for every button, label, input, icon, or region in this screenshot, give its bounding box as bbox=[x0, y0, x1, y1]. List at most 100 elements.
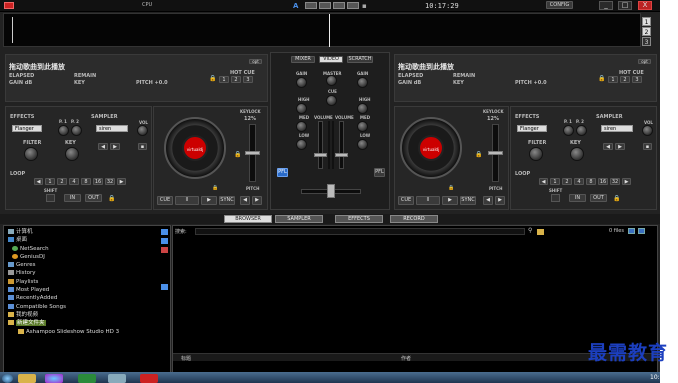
tree-side-icon-3[interactable] bbox=[161, 247, 168, 253]
left-loop-32[interactable]: 32 bbox=[105, 178, 115, 185]
mixer-tab-mixer[interactable]: MIXER bbox=[291, 56, 315, 63]
right-lock-icon[interactable]: 🔒 bbox=[598, 75, 605, 82]
right-fx-p2-knob[interactable] bbox=[576, 125, 587, 136]
search-input[interactable] bbox=[195, 228, 525, 235]
search-icon[interactable]: ⚲ bbox=[528, 228, 535, 235]
right-loop-1[interactable]: 1 bbox=[550, 178, 560, 185]
right-loop-half-button[interactable]: ◀ bbox=[539, 178, 548, 185]
left-loop-1[interactable]: 1 bbox=[45, 178, 55, 185]
mixer-tab-video[interactable]: VIDEO bbox=[319, 56, 343, 63]
left-pitch-down-button[interactable]: ◀ bbox=[240, 196, 250, 205]
right-loop-out-button[interactable]: OUT bbox=[590, 194, 607, 202]
left-sync-button[interactable]: SYNC bbox=[219, 196, 235, 205]
folder-tree[interactable]: 计算机 桌面 NetSearch GeniusDJ Genres History… bbox=[3, 225, 171, 383]
tab-record[interactable]: RECORD bbox=[390, 215, 438, 223]
tree-item-most-played[interactable]: Most Played bbox=[8, 286, 170, 294]
tab-sampler[interactable]: SAMPLER bbox=[275, 215, 323, 223]
right-effects-select[interactable]: Flanger bbox=[517, 125, 547, 132]
right-fx-p1-knob[interactable] bbox=[563, 125, 574, 136]
right-filter-knob[interactable] bbox=[529, 147, 543, 161]
layout-settings-icon[interactable]: ▪ bbox=[362, 2, 367, 10]
tree-item-new-folder[interactable]: 新建文件夹 bbox=[8, 319, 170, 327]
mixer-tab-scratch[interactable]: SCRATCH bbox=[347, 56, 373, 63]
tree-item-genres[interactable]: Genres bbox=[8, 261, 170, 269]
taskbar-excel-icon[interactable] bbox=[78, 374, 96, 383]
left-sampler-vol-knob[interactable] bbox=[137, 125, 148, 136]
left-sampler-play-button[interactable]: ▶ bbox=[110, 143, 120, 150]
mixer-mid-left-knob[interactable] bbox=[296, 121, 307, 132]
right-loop-16[interactable]: 16 bbox=[598, 178, 608, 185]
left-pause-button[interactable]: II bbox=[175, 196, 199, 205]
taskbar-explorer-icon[interactable] bbox=[18, 374, 36, 383]
crossfader-thumb[interactable] bbox=[327, 184, 335, 198]
right-loop-2[interactable]: 2 bbox=[562, 178, 572, 185]
deck-button-3[interactable]: 3 bbox=[642, 37, 651, 46]
left-lock-icon[interactable]: 🔒 bbox=[209, 75, 216, 82]
left-deck-lock-icon[interactable]: 🔒 bbox=[212, 185, 218, 191]
left-fx-p1-knob[interactable] bbox=[58, 125, 69, 136]
tree-item-history[interactable]: History bbox=[8, 269, 170, 277]
mixer-volume-left-thumb[interactable] bbox=[314, 153, 327, 157]
left-hotcue-1[interactable]: 1 bbox=[219, 76, 229, 83]
tree-item-compatible-songs[interactable]: Compatible Songs bbox=[8, 303, 170, 311]
right-pitch-lock-icon[interactable]: 🔒 bbox=[475, 151, 482, 158]
column-artist[interactable]: 作者 bbox=[401, 355, 411, 362]
mixer-cue-knob[interactable] bbox=[326, 95, 337, 106]
right-pause-button[interactable]: II bbox=[416, 196, 440, 205]
left-sampler-rec-button[interactable]: ▪ bbox=[138, 143, 147, 150]
taskbar-browser-icon[interactable] bbox=[45, 374, 63, 383]
layout-a-icon[interactable]: A bbox=[293, 2, 298, 10]
waveform-display[interactable] bbox=[3, 13, 641, 47]
right-pitch-up-button[interactable]: ▶ bbox=[495, 196, 505, 205]
right-sampler-prev-button[interactable]: ◀ bbox=[603, 143, 613, 150]
tree-item-ashampoo[interactable]: Ashampoo Slideshow Studio HD 3 bbox=[8, 328, 170, 336]
view-mode-icon[interactable] bbox=[628, 228, 635, 234]
right-sampler-select[interactable]: siren bbox=[601, 125, 633, 132]
right-deck-lock-icon[interactable]: 🔒 bbox=[448, 185, 454, 191]
right-play-button[interactable]: ▶ bbox=[442, 196, 458, 205]
start-button-icon[interactable] bbox=[2, 374, 13, 383]
left-loop-2[interactable]: 2 bbox=[57, 178, 67, 185]
left-filter-knob[interactable] bbox=[24, 147, 38, 161]
tree-side-icon-1[interactable] bbox=[161, 229, 168, 235]
left-hotcue-2[interactable]: 2 bbox=[231, 76, 241, 83]
left-loop-lock-icon[interactable]: 🔒 bbox=[108, 195, 115, 202]
file-list[interactable]: 搜索: ⚲ 0 files 标题 作者 bbox=[172, 225, 658, 383]
layout-button-2[interactable] bbox=[319, 2, 331, 9]
layout-button-3[interactable] bbox=[333, 2, 345, 9]
taskbar-virtualdj-icon[interactable] bbox=[140, 374, 158, 383]
right-hotcue-1[interactable]: 1 bbox=[608, 76, 618, 83]
right-sync-button[interactable]: SYNC bbox=[460, 196, 476, 205]
right-loop-in-button[interactable]: IN bbox=[569, 194, 586, 202]
mixer-low-right-knob[interactable] bbox=[357, 139, 368, 150]
tab-browser[interactable]: BROWSER bbox=[224, 215, 272, 223]
right-sampler-play-button[interactable]: ▶ bbox=[615, 143, 625, 150]
tree-item-playlists[interactable]: Playlists bbox=[8, 278, 170, 286]
config-button[interactable]: CONFIG bbox=[546, 1, 573, 9]
left-pitch-up-button[interactable]: ▶ bbox=[252, 196, 262, 205]
mixer-master-knob[interactable] bbox=[326, 75, 337, 86]
right-loop-8[interactable]: 8 bbox=[586, 178, 596, 185]
right-key-knob[interactable] bbox=[570, 147, 584, 161]
tree-item-my-videos[interactable]: 我的视频 bbox=[8, 311, 170, 319]
close-button[interactable]: X bbox=[638, 1, 652, 10]
tree-item-netsearch[interactable]: NetSearch bbox=[8, 245, 170, 253]
mixer-mid-right-knob[interactable] bbox=[357, 121, 368, 132]
left-loop-half-button[interactable]: ◀ bbox=[34, 178, 43, 185]
right-loop-lock-icon[interactable]: 🔒 bbox=[613, 195, 620, 202]
tree-item-computer[interactable]: 计算机 bbox=[8, 228, 170, 236]
left-loop-double-button[interactable]: ▶ bbox=[117, 178, 126, 185]
tree-side-icon-2[interactable] bbox=[161, 238, 168, 244]
layout-button-4[interactable] bbox=[347, 2, 359, 9]
left-fx-p2-knob[interactable] bbox=[71, 125, 82, 136]
right-deck-options-button[interactable]: opt bbox=[638, 59, 651, 64]
right-shift-button[interactable] bbox=[551, 194, 560, 202]
tree-item-desktop[interactable]: 桌面 bbox=[8, 236, 170, 244]
mixer-volume-right-thumb[interactable] bbox=[335, 153, 348, 157]
left-sampler-prev-button[interactable]: ◀ bbox=[98, 143, 108, 150]
right-loop-4[interactable]: 4 bbox=[574, 178, 584, 185]
tree-side-icon-4[interactable] bbox=[161, 284, 168, 290]
mixer-volume-right-slider[interactable] bbox=[339, 121, 344, 169]
left-loop-8[interactable]: 8 bbox=[81, 178, 91, 185]
left-pfl-button[interactable]: PFL bbox=[277, 168, 288, 177]
